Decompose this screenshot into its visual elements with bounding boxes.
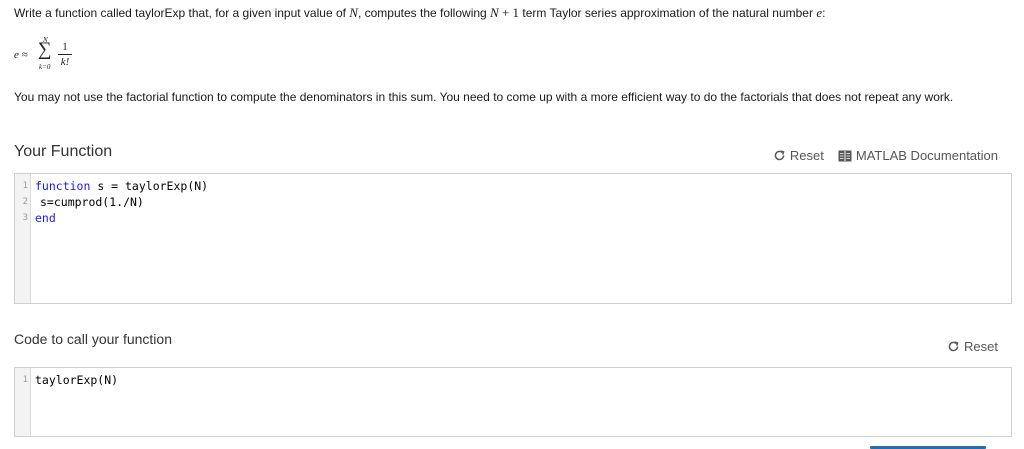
code-keyword[interactable]: end [35, 211, 56, 225]
code-text[interactable]: function s = taylorExp(N) [35, 179, 208, 193]
sum-lower-limit: k=0 [39, 63, 51, 71]
line-number: 3 [22, 213, 28, 223]
line-number: 2 [22, 197, 28, 207]
reset-icon [948, 341, 959, 352]
problem-text: Write a function called taylorExp that, … [14, 6, 350, 20]
code-line[interactable]: 1 function s = taylorExp(N) [15, 178, 209, 194]
problem-note: You may not use the factorial function t… [14, 90, 954, 104]
code-line[interactable]: 1 taylorExp(N) [15, 372, 119, 388]
sum-symbol: ∑ [38, 39, 52, 60]
reset-label: Reset [964, 339, 998, 354]
function-toolbar: Reset MATLAB Documentation [773, 148, 998, 163]
function-code-editor[interactable]: 1 function s = taylorExp(N) 2 s=cumprod(… [14, 173, 1012, 304]
problem-text: term Taylor series approximation of the … [519, 6, 817, 20]
call-function-title: Code to call your function [14, 331, 172, 347]
reset-label: Reset [789, 148, 824, 163]
call-toolbar: Reset [947, 339, 998, 354]
fraction-numerator: 1 [62, 41, 68, 53]
code-text[interactable]: s=cumprod(1./N) [40, 195, 144, 209]
code-text[interactable]: taylorExp(N) [35, 373, 118, 387]
code-rest: s = taylorExp(N) [90, 179, 209, 193]
call-code-editor[interactable]: 1 taylorExp(N) [14, 367, 1012, 437]
code-line[interactable]: 2 s=cumprod(1./N) [15, 194, 144, 210]
matlab-documentation-button[interactable]: MATLAB Documentation [838, 148, 998, 163]
expression-plus-one: + 1 [498, 5, 520, 20]
formula-lhs: e ≈ [14, 49, 28, 61]
fraction: 1 k! [58, 41, 72, 68]
function-reset-button[interactable]: Reset [773, 148, 824, 163]
variable-n: N [349, 5, 358, 20]
expression-n: N [490, 5, 499, 20]
call-reset-button[interactable]: Reset [947, 339, 998, 354]
line-number: 1 [22, 375, 28, 385]
problem-text: , computes the following [357, 6, 491, 20]
problem-line: Write a function called taylorExp that, … [14, 5, 1004, 21]
documentation-label: MATLAB Documentation [855, 148, 998, 163]
line-number: 1 [22, 181, 28, 191]
fraction-bar [58, 54, 72, 55]
problem-text: : [822, 6, 826, 20]
code-keyword: function [35, 179, 91, 193]
documentation-icon [838, 150, 852, 161]
fraction-denominator: k! [60, 56, 70, 68]
reset-icon [774, 150, 785, 161]
taylor-formula: e ≈ N ∑ k=0 1 k! [14, 36, 94, 74]
your-function-title: Your Function [14, 143, 113, 160]
problem-statement: Write a function called taylorExp that, … [14, 5, 1004, 21]
code-line[interactable]: 3 end [15, 210, 56, 226]
